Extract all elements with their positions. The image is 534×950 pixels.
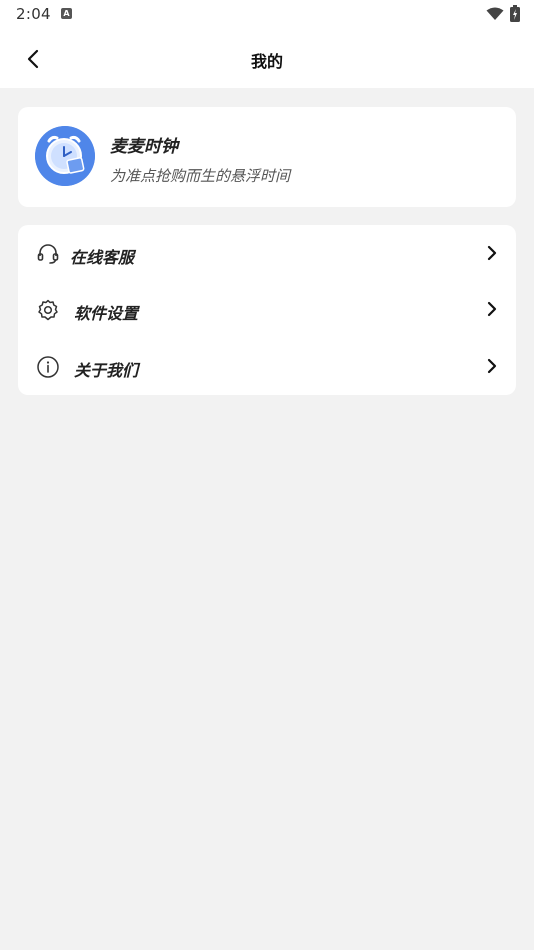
status-time: 2:04 [16,5,51,23]
app-name: 麦麦时钟 [110,137,178,157]
chevron-right-icon [487,245,497,261]
status-icons [486,5,520,22]
page-title: 我的 [250,52,283,71]
menu-item-online-service[interactable]: 在线客服 [18,226,516,282]
app-logo [35,126,95,186]
menu-item-about-us[interactable]: 关于我们 [18,339,516,395]
status-bar: 2:04 A [0,0,534,30]
notification-a-icon: A [61,8,72,19]
chevron-right-icon [487,358,497,374]
gear-icon [38,299,58,321]
menu-item-settings[interactable]: 软件设置 [18,282,516,338]
app-info-card: 麦麦时钟 为准点抢购而生的悬浮时间 [18,107,516,207]
app-header: 我的 [0,30,534,88]
wifi-icon [486,7,504,20]
alarm-clock-logo [35,126,95,186]
chevron-right-icon [487,301,497,317]
headset-icon [37,244,59,264]
menu-item-label: 在线客服 [70,248,135,267]
menu-card: 在线客服 软件设置 关于我们 [18,225,516,395]
menu-item-label: 关于我们 [74,361,139,380]
menu-item-label: 软件设置 [74,304,139,323]
app-slogan: 为准点抢购而生的悬浮时间 [110,167,291,185]
battery-charging-icon [510,5,520,22]
info-icon [37,356,59,378]
